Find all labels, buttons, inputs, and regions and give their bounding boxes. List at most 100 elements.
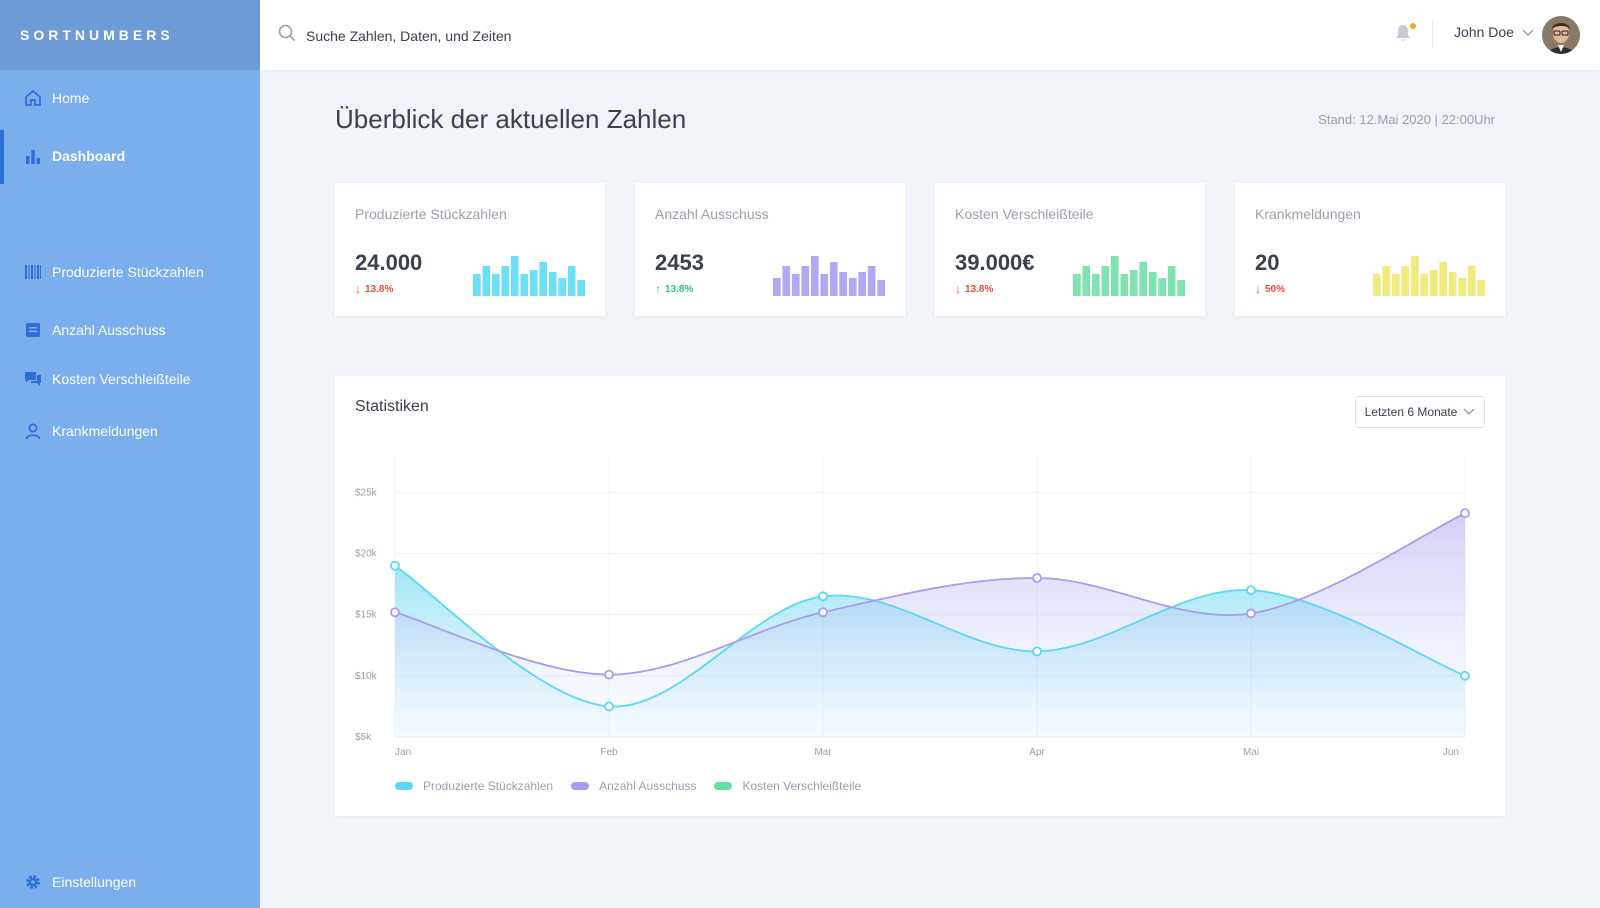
sparkline-bar (558, 278, 567, 296)
sparkline-bar (482, 266, 491, 296)
sparkline-bar (1110, 256, 1119, 296)
data-point[interactable] (818, 591, 828, 602)
sidebar-item-anzahl-ausschuss[interactable]: Anzahl Ausschuss (0, 312, 260, 348)
sparkline-bar (539, 262, 548, 296)
search-icon (278, 24, 296, 47)
brand-logo[interactable]: SORTNUMBERS (0, 0, 260, 70)
sidebar-item-dashboard[interactable]: Dashboard (0, 138, 260, 174)
data-point[interactable] (390, 607, 400, 618)
x-tick-label: Mar (814, 747, 832, 758)
card-change: ↓ 13.8% (355, 282, 393, 296)
sparkline-bar (1382, 266, 1391, 296)
sparkline-bar (1148, 272, 1157, 296)
sparkline-bar (1477, 280, 1485, 296)
card-value: 24.000 (355, 250, 423, 275)
card-sparkline (1373, 256, 1485, 296)
notification-dot (1410, 23, 1416, 29)
sparkline-bar (1458, 278, 1467, 296)
x-tick-label: Mai (1243, 747, 1259, 758)
card-change: ↓ 13.8% (955, 282, 993, 296)
sidebar-item-label: Anzahl Ausschuss (52, 322, 166, 338)
y-tick-label: $25k (355, 487, 378, 498)
sparkline-bar (1391, 274, 1400, 296)
home-icon (24, 89, 42, 107)
sparkline-bar (1401, 266, 1410, 296)
sidebar-item-label: Einstellungen (52, 874, 137, 890)
sparkline-bar (473, 274, 481, 296)
data-point[interactable] (604, 669, 614, 680)
sparkline-bar (1429, 270, 1438, 296)
chevron-down-icon (1522, 24, 1534, 40)
sparkline-bar (520, 274, 529, 296)
sparkline-bar (829, 262, 838, 296)
user-name: John Doe (1454, 24, 1514, 40)
arrow-down-icon: ↓ (355, 282, 361, 296)
card-sparkline (473, 256, 585, 296)
card-change: ↓ 50% (1255, 282, 1285, 296)
search-input[interactable] (306, 27, 706, 44)
data-point[interactable] (1246, 585, 1256, 596)
sparkline-bar (1467, 266, 1476, 296)
sidebar-item-krankmeldungen[interactable]: Krankmeldungen (0, 413, 260, 449)
data-point[interactable] (1032, 573, 1042, 583)
card-value: 2453 (655, 250, 704, 275)
data-point[interactable] (818, 607, 828, 618)
arrow-down-icon: ↓ (955, 282, 961, 296)
card-change-value: 13.8% (965, 283, 994, 295)
sparkline-bar (1439, 262, 1448, 296)
legend-item[interactable]: Produzierte Stückzahlen (395, 779, 553, 793)
data-point[interactable] (1246, 608, 1256, 619)
sidebar-item-einstellungen[interactable]: Einstellungen (0, 864, 260, 900)
legend-item[interactable]: Kosten Verschleißteile (714, 779, 861, 793)
legend-label: Kosten Verschleißteile (742, 779, 862, 793)
data-point[interactable] (1460, 508, 1470, 519)
legend-label: Produzierte Stückzahlen (423, 779, 554, 793)
avatar[interactable] (1542, 16, 1580, 54)
sparkline-bar (867, 266, 876, 296)
data-point[interactable] (604, 701, 614, 712)
sparkline-bar (1101, 266, 1110, 296)
x-tick-label: Jan (395, 747, 411, 758)
sparkline-bar (529, 270, 538, 296)
user-menu[interactable]: John Doe (1454, 24, 1534, 40)
sidebar-item-produzierte-stueckzahlen[interactable]: Produzierte Stückzahlen (0, 254, 260, 290)
data-point[interactable] (1460, 670, 1470, 681)
kpi-card-produzierte-stueckzahlen[interactable]: Produzierte Stückzahlen 24.000 ↓ 13.8% (335, 183, 605, 316)
card-change-value: 50% (1265, 283, 1286, 295)
data-point[interactable] (1032, 646, 1042, 657)
sparkline-bar (773, 278, 781, 296)
sidebar-item-label: Krankmeldungen (52, 423, 158, 439)
sparkline-bar (810, 256, 819, 296)
card-sparkline (773, 256, 885, 296)
y-tick-label: $20k (355, 549, 378, 560)
series-area (395, 513, 1465, 737)
barcode-icon (24, 263, 42, 281)
notifications-button[interactable] (1394, 23, 1416, 45)
brand-name: SORTNUMBERS (20, 27, 174, 43)
bell-icon (1394, 25, 1412, 47)
arrow-down-icon: ↓ (1255, 282, 1261, 296)
sidebar-item-home[interactable]: Home (0, 80, 260, 116)
statistics-panel: Statistiken Letzten 6 Monate $5k $10k $15k… (335, 376, 1505, 816)
x-tick-label: Jun (1443, 747, 1459, 758)
legend-item[interactable]: Anzahl Ausschuss (571, 779, 696, 793)
card-title: Kosten Verschleißteile (955, 206, 1094, 222)
chat-icon (24, 370, 42, 388)
data-point[interactable] (390, 560, 400, 571)
sidebar-item-label: Home (52, 90, 90, 106)
legend-swatch (395, 782, 413, 790)
legend-swatch (714, 782, 733, 790)
kpi-card-anzahl-ausschuss[interactable]: Anzahl Ausschuss 2453 ↑ 13.8% (635, 183, 905, 316)
sparkline-bar (1158, 278, 1167, 296)
sparkline-bar (1373, 274, 1381, 296)
sparkline-bar (1129, 270, 1138, 296)
sparkline-bar (501, 266, 510, 296)
sparkline-bar (1091, 274, 1100, 296)
card-title: Produzierte Stückzahlen (355, 206, 507, 222)
sidebar-item-kosten-verschleissteile[interactable]: Kosten Verschleißteile (0, 361, 260, 397)
card-value: 39.000€ (955, 250, 1035, 275)
sparkline-bar (1177, 280, 1185, 296)
kpi-card-krankmeldungen[interactable]: Krankmeldungen 20 ↓ 50% (1235, 183, 1505, 316)
kpi-card-kosten-verschleissteile[interactable]: Kosten Verschleißteile 39.000€ ↓ 13.8% (935, 183, 1205, 316)
y-tick-label: $5k (355, 732, 372, 743)
